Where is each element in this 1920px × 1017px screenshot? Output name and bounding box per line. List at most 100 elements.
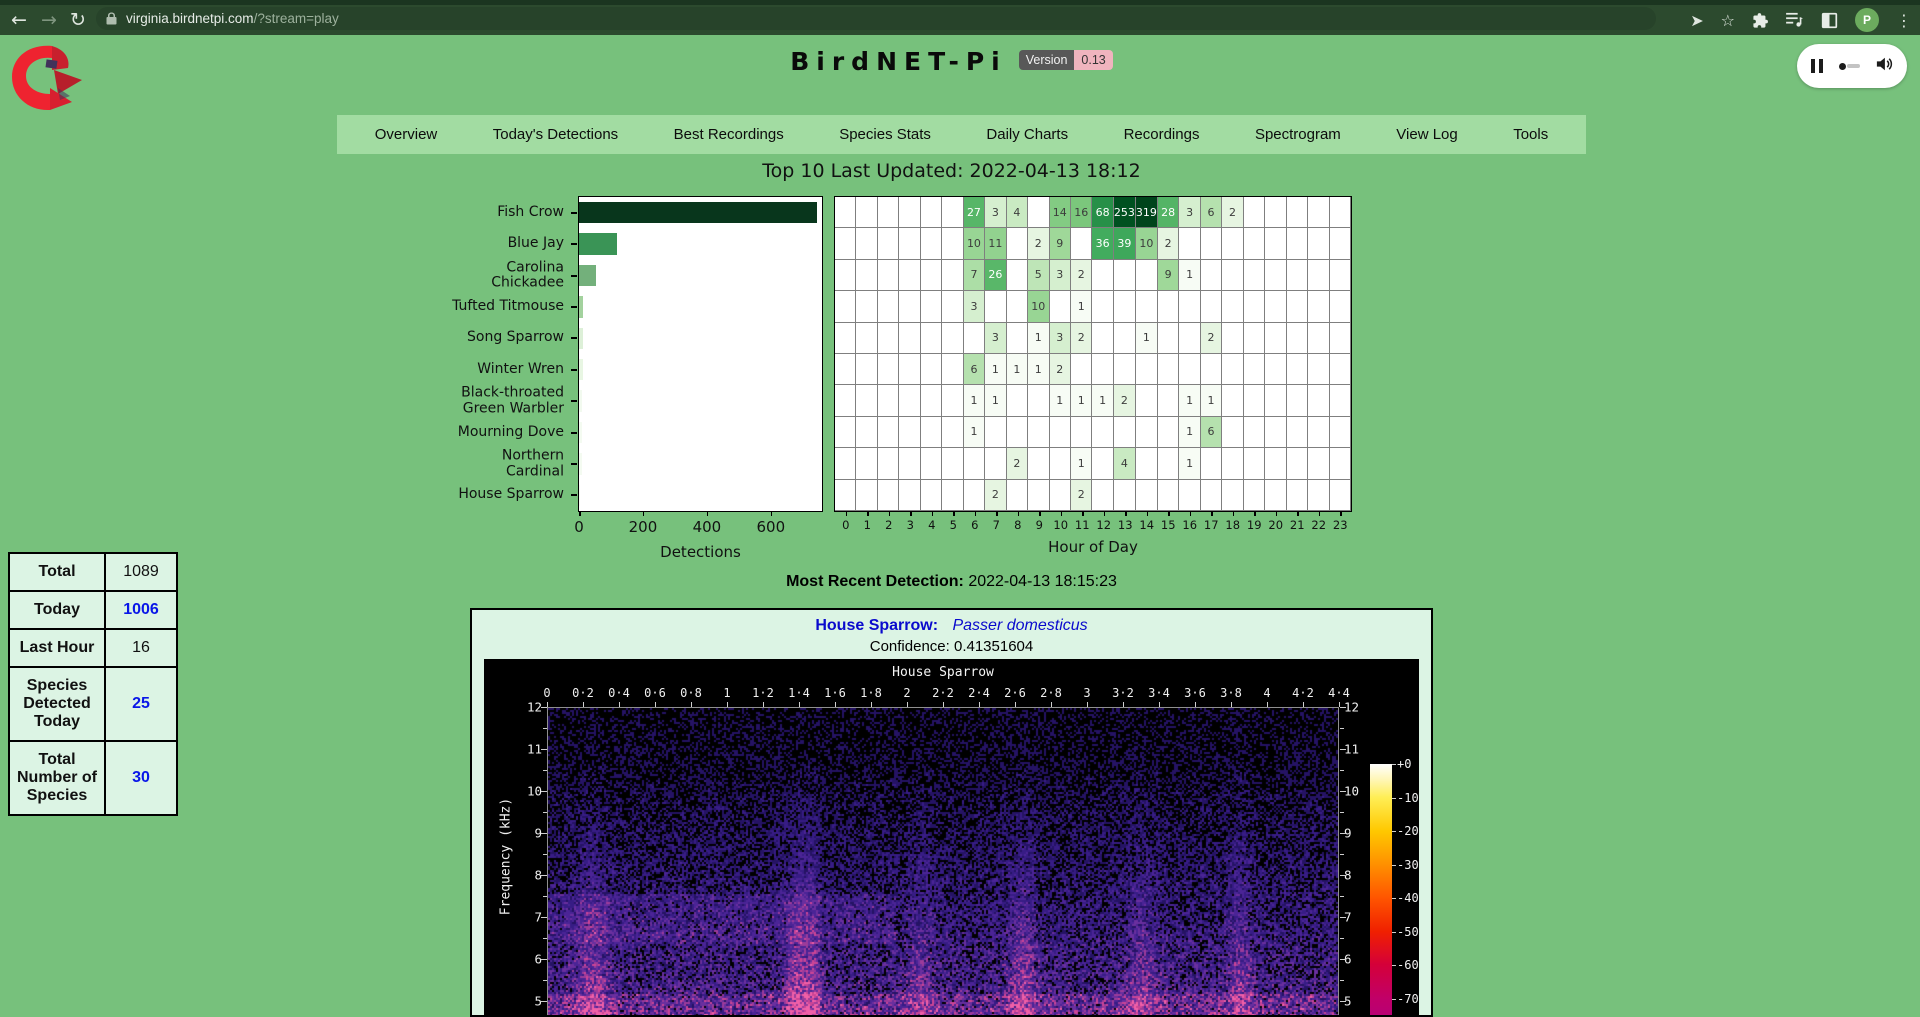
seek-bar[interactable] — [1839, 63, 1860, 70]
freq-minor-tick — [1340, 728, 1344, 729]
time-tick — [1195, 702, 1196, 707]
hour-tick — [975, 512, 977, 516]
heatmap-cell: 36 — [1092, 228, 1113, 259]
heatmap-cell — [942, 260, 963, 291]
menu-dots-icon[interactable]: ⋮ — [1896, 11, 1912, 30]
heatmap-cell — [1308, 197, 1329, 228]
side-panel-icon[interactable] — [1821, 12, 1838, 29]
heatmap-cell — [1007, 291, 1028, 322]
nav-item-species-stats[interactable]: Species Stats — [839, 126, 931, 143]
heatmap-cell: 1 — [1028, 354, 1049, 385]
time-tick-label: 3·6 — [1184, 686, 1206, 700]
heatmap-cell — [1007, 260, 1028, 291]
time-tick-label: 2·4 — [968, 686, 990, 700]
time-tick — [655, 702, 656, 707]
bar-northern-cardinal — [579, 453, 582, 474]
heatmap-cell: 1 — [1071, 448, 1092, 479]
hour-tick-label: 1 — [864, 518, 871, 532]
x-tick — [579, 512, 581, 516]
back-icon[interactable]: ← — [4, 5, 34, 35]
most-recent-datetime: 2022-04-13 18:15:23 — [968, 573, 1117, 590]
heatmap-cell — [1158, 354, 1179, 385]
heatmap-cell — [856, 354, 877, 385]
heatmap-cell — [856, 448, 877, 479]
freq-tick-label-left: 11 — [516, 742, 542, 757]
hour-tick-label: 11 — [1075, 518, 1090, 532]
hour-tick — [1061, 512, 1063, 516]
nav-item-daily-charts[interactable]: Daily Charts — [986, 126, 1068, 143]
heatmap-cell — [899, 417, 920, 448]
detected-species-latin: Passer domesticus — [952, 617, 1087, 634]
heatmap-cell — [1222, 291, 1243, 322]
stat-value[interactable]: 30 — [105, 741, 177, 815]
colorbar-tick — [1392, 932, 1396, 933]
heatmap-cell — [856, 291, 877, 322]
heatmap-cell — [942, 197, 963, 228]
address-bar[interactable]: virginia.birdnetpi.com/?stream=play — [96, 7, 1656, 30]
nav-item-best-recordings[interactable]: Best Recordings — [674, 126, 784, 143]
time-tick-label: 0·4 — [608, 686, 630, 700]
colorbar-tick — [1392, 798, 1396, 799]
nav-item-view-log[interactable]: View Log — [1396, 126, 1457, 143]
heatmap-cell — [1007, 480, 1028, 511]
hour-tick — [846, 512, 848, 516]
freq-tick — [541, 875, 547, 876]
heatmap-cell — [1222, 323, 1243, 354]
freq-minor-tick — [543, 938, 547, 939]
freq-tick — [1340, 1001, 1346, 1002]
stat-label: Species Detected Today — [9, 667, 105, 741]
extensions-puzzle-icon[interactable] — [1752, 12, 1769, 29]
chart-heading: Top 10 Last Updated: 2022-04-13 18:12 — [470, 160, 1433, 182]
heatmap-cell — [1265, 385, 1286, 416]
hour-tick-label: 10 — [1053, 518, 1068, 532]
heatmap-cell — [921, 228, 942, 259]
y-tick — [571, 306, 577, 308]
nav-item-today-s-detections[interactable]: Today's Detections — [493, 126, 618, 143]
heatmap-cell — [921, 260, 942, 291]
detected-species-link[interactable]: House Sparrow: — [815, 617, 938, 634]
heatmap-cell — [1244, 354, 1265, 385]
hour-tick — [1168, 512, 1170, 516]
pause-icon[interactable] — [1811, 59, 1823, 73]
heatmap-cell: 1 — [1071, 385, 1092, 416]
stat-value[interactable]: 1006 — [105, 591, 177, 629]
nav-item-spectrogram[interactable]: Spectrogram — [1255, 126, 1341, 143]
heatmap-cell — [1265, 417, 1286, 448]
nav-item-tools[interactable]: Tools — [1513, 126, 1548, 143]
bar-axis-tick-label: 0 — [574, 518, 584, 536]
freq-tick-label-left: 5 — [516, 994, 542, 1009]
forward-icon[interactable]: → — [34, 5, 64, 35]
heatmap-cell — [1265, 480, 1286, 511]
media-playlist-icon[interactable] — [1786, 12, 1804, 28]
confidence-label: Confidence: — [870, 638, 950, 655]
heatmap-cell: 10 — [964, 228, 985, 259]
time-tick — [1303, 702, 1304, 707]
heatmap-cell — [835, 260, 856, 291]
heatmap-cell — [1330, 354, 1351, 385]
heatmap-cell — [1330, 228, 1351, 259]
colorbar-tick-label: -40 — [1397, 891, 1419, 905]
profile-avatar[interactable]: P — [1855, 8, 1879, 32]
heatmap-cell: 2 — [985, 480, 1006, 511]
y-tick — [571, 432, 577, 434]
bookmark-star-icon[interactable]: ☆ — [1721, 11, 1735, 30]
nav-item-overview[interactable]: Overview — [375, 126, 438, 143]
bar-mourning-dove — [579, 422, 582, 443]
time-tick — [727, 702, 728, 707]
freq-tick — [541, 1001, 547, 1002]
stat-value[interactable]: 25 — [105, 667, 177, 741]
heatmap-cell — [1201, 260, 1222, 291]
freq-tick-label-right: 10 — [1344, 784, 1370, 799]
heatmap-cell — [1201, 480, 1222, 511]
heatmap-cell — [921, 417, 942, 448]
heatmap-cell: 28 — [1158, 197, 1179, 228]
audio-player[interactable] — [1797, 44, 1907, 88]
hour-tick-label: 18 — [1225, 518, 1240, 532]
volume-icon[interactable] — [1875, 56, 1893, 77]
heatmap-cell — [878, 260, 899, 291]
heatmap-cell: 3 — [1050, 323, 1071, 354]
nav-item-recordings[interactable]: Recordings — [1124, 126, 1200, 143]
share-icon[interactable]: ➤ — [1690, 11, 1703, 30]
reload-icon[interactable]: ↻ — [63, 5, 93, 35]
freq-tick-label-right: 12 — [1344, 700, 1370, 715]
